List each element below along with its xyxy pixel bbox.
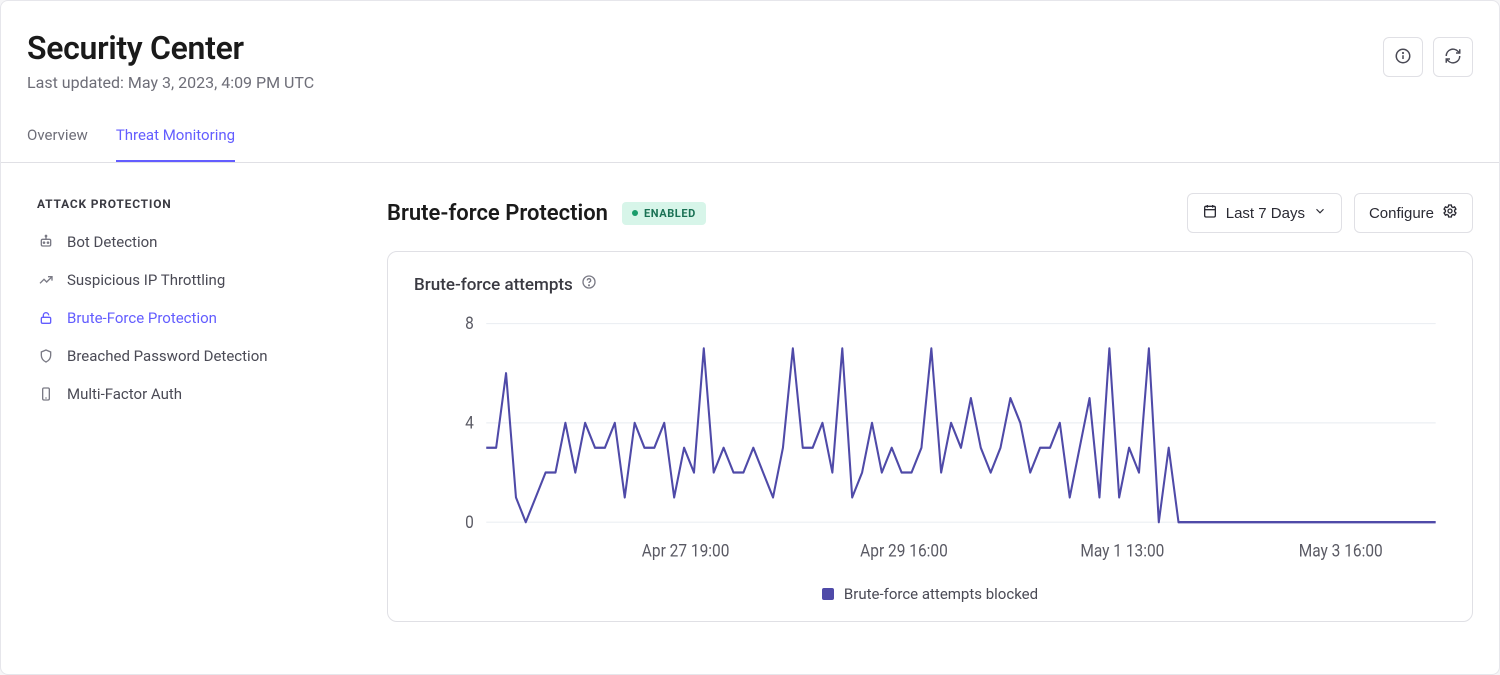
title-block: Security Center Last updated: May 3, 202… xyxy=(27,29,314,92)
info-icon xyxy=(1394,47,1412,68)
bot-icon xyxy=(37,233,55,251)
section-actions: Last 7 Days Configure xyxy=(1187,193,1473,233)
shield-icon xyxy=(37,347,55,365)
configure-button[interactable]: Configure xyxy=(1354,193,1473,233)
sidebar-item-mfa[interactable]: Multi-Factor Auth xyxy=(27,375,367,413)
sidebar-item-brute-force[interactable]: Brute-Force Protection xyxy=(27,299,367,337)
date-range-label: Last 7 Days xyxy=(1226,205,1305,222)
page-title: Security Center xyxy=(27,29,314,67)
sidebar: ATTACK PROTECTION Bot Detection Suspicio… xyxy=(27,193,367,622)
section-title-wrap: Brute-force Protection ENABLED xyxy=(387,201,706,226)
sidebar-item-label: Multi-Factor Auth xyxy=(67,385,182,403)
legend-swatch-icon xyxy=(822,588,834,600)
sidebar-item-label: Bot Detection xyxy=(67,233,157,251)
last-updated: Last updated: May 3, 2023, 4:09 PM UTC xyxy=(27,73,314,92)
chart-title-row: Brute-force attempts xyxy=(414,274,1446,295)
sidebar-item-breached-password[interactable]: Breached Password Detection xyxy=(27,337,367,375)
chart-legend: Brute-force attempts blocked xyxy=(414,585,1446,603)
configure-label: Configure xyxy=(1369,205,1434,222)
sidebar-heading: ATTACK PROTECTION xyxy=(37,197,367,211)
chart-area: 0 4 8 Apr 27 19:00 Apr 29 16:00 May 1 13:00 Ma… xyxy=(414,303,1446,577)
svg-text:Apr 27 19:00: Apr 27 19:00 xyxy=(642,541,730,561)
status-dot-icon xyxy=(632,210,638,216)
sidebar-item-label: Suspicious IP Throttling xyxy=(67,271,225,289)
sidebar-item-label: Brute-Force Protection xyxy=(67,309,217,327)
status-badge: ENABLED xyxy=(622,202,706,225)
help-icon[interactable] xyxy=(581,274,597,295)
sidebar-item-label: Breached Password Detection xyxy=(67,347,268,365)
section-title: Brute-force Protection xyxy=(387,201,608,226)
legend-label: Brute-force attempts blocked xyxy=(844,585,1038,603)
trend-icon xyxy=(37,271,55,289)
sidebar-item-suspicious-ip[interactable]: Suspicious IP Throttling xyxy=(27,261,367,299)
gear-icon xyxy=(1442,203,1458,223)
svg-text:8: 8 xyxy=(465,314,474,334)
tabs: Overview Threat Monitoring xyxy=(1,126,1499,163)
device-icon xyxy=(37,385,55,403)
status-badge-label: ENABLED xyxy=(644,207,696,220)
header-actions xyxy=(1383,37,1473,77)
chevron-down-icon xyxy=(1313,204,1327,222)
lock-icon xyxy=(37,309,55,327)
calendar-icon xyxy=(1202,203,1218,223)
chart-title: Brute-force attempts xyxy=(414,275,573,295)
page-header: Security Center Last updated: May 3, 202… xyxy=(1,1,1499,92)
svg-text:0: 0 xyxy=(465,512,474,532)
tab-threat-monitoring[interactable]: Threat Monitoring xyxy=(116,126,235,162)
date-range-picker[interactable]: Last 7 Days xyxy=(1187,193,1342,233)
section-header: Brute-force Protection ENABLED Last 7 Da… xyxy=(387,193,1473,233)
refresh-button[interactable] xyxy=(1433,37,1473,77)
app-card: Security Center Last updated: May 3, 202… xyxy=(0,0,1500,675)
svg-text:Apr 29 16:00: Apr 29 16:00 xyxy=(860,541,948,561)
line-chart: 0 4 8 Apr 27 19:00 Apr 29 16:00 May 1 13:00 Ma… xyxy=(414,303,1446,577)
chart-card: Brute-force attempts 0 4 8 Apr 27 19:00 Apr … xyxy=(387,251,1473,622)
tab-overview[interactable]: Overview xyxy=(27,126,88,162)
content-body: ATTACK PROTECTION Bot Detection Suspicio… xyxy=(1,163,1499,646)
sidebar-item-bot-detection[interactable]: Bot Detection xyxy=(27,223,367,261)
refresh-icon xyxy=(1444,47,1462,68)
svg-text:May 3 16:00: May 3 16:00 xyxy=(1299,541,1383,561)
main-panel: Brute-force Protection ENABLED Last 7 Da… xyxy=(387,193,1473,622)
svg-text:4: 4 xyxy=(465,413,474,433)
svg-text:May 1 13:00: May 1 13:00 xyxy=(1080,541,1164,561)
info-button[interactable] xyxy=(1383,37,1423,77)
